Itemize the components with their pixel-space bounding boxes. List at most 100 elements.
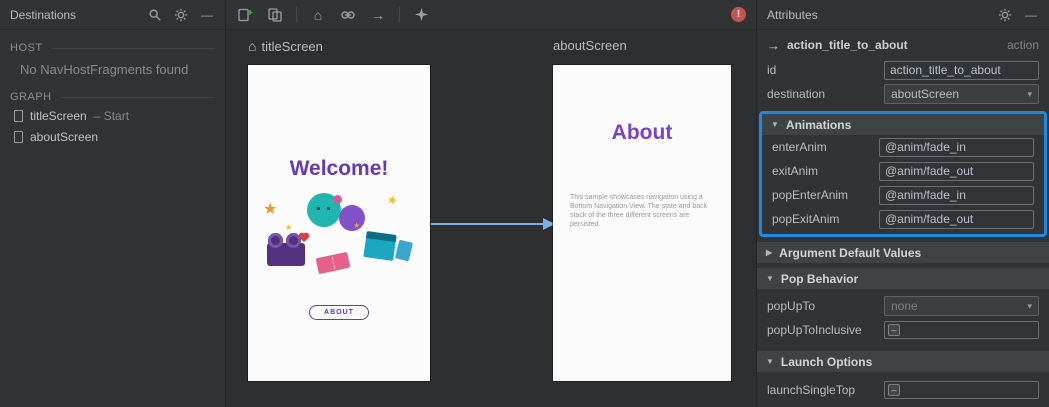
destination-value: aboutScreen [891,87,960,101]
host-label: HOST [10,42,43,54]
destinations-header: Destinations — [0,0,225,30]
collapse-triangle-icon: ▼ [766,274,774,283]
collapse-triangle-icon: ▼ [771,120,779,129]
canvas-area: ⌂ → ! ⌂ titleScreen Welcome! ★ ★ ★ ★ ABO… [226,0,756,407]
attributes-title: Attributes [767,7,818,22]
popuptoinclusive-field: – [884,321,1039,339]
graph-item-aboutscreen[interactable]: aboutScreen [0,126,225,147]
auto-arrange-icon[interactable] [412,6,430,24]
search-icon[interactable] [147,7,163,23]
exitanim-label: exitAnim [772,164,819,178]
popupto-row: popUpTo none ▾ [757,294,1049,318]
action-type: action [1006,38,1039,52]
popenteranim-label: popEnterAnim [772,188,849,202]
launchsingletop-label: launchSingleTop [767,383,856,397]
host-rule [50,47,215,49]
graph-item-label: titleScreen [30,108,87,123]
argument-defaults-section-header[interactable]: ▶ Argument Default Values [757,242,1049,263]
destinations-header-icons: — [147,7,215,23]
popexitanim-label: popExitAnim [772,212,840,226]
id-input[interactable] [884,60,1039,80]
home-icon: ⌂ [248,38,257,54]
navigation-editor: Destinations — HOST No NavHostFragments … [0,0,1049,407]
about-body-text: This sample showcases navigation using a… [570,194,708,228]
error-icon[interactable]: ! [731,7,746,22]
popenteranim-input[interactable] [879,185,1034,205]
destination-dropdown[interactable]: aboutScreen ▾ [884,84,1039,104]
collapse-triangle-icon: ▼ [766,357,774,366]
minimize-icon[interactable]: — [1023,7,1039,23]
gear-icon[interactable] [173,7,189,23]
gear-icon[interactable] [997,7,1013,23]
popexitanim-input[interactable] [879,209,1034,229]
exitanim-row: exitAnim [762,159,1044,183]
attributes-header: Attributes — [757,0,1049,30]
chevron-down-icon: ▾ [1027,88,1032,99]
argument-defaults-header-text: Argument Default Values [779,245,922,260]
screen-icon [14,130,23,143]
star-shape: ★ [353,221,361,230]
aboutscreen-label-text: aboutScreen [553,38,627,53]
toolbar-separator [399,6,400,23]
about-button-preview: ABOUT [309,305,369,320]
popupto-label: popUpTo [767,299,816,313]
animations-section-header[interactable]: ▼ Animations [762,114,1044,135]
titlescreen-label[interactable]: ⌂ titleScreen [248,38,323,54]
movie-camera-shape [267,233,305,266]
enteranim-label: enterAnim [772,140,827,154]
popexitanim-row: popExitAnim [762,207,1044,231]
star-shape: ★ [285,223,293,232]
titlescreen-preview[interactable]: Welcome! ★ ★ ★ ★ ABOUT [248,65,430,381]
expand-triangle-icon: ▶ [766,248,773,257]
action-name: action_title_to_about [787,38,908,52]
animations-selection-box: ▼ Animations enterAnim exitAnim popEnter… [759,111,1047,237]
launch-options-header-text: Launch Options [780,354,873,369]
enteranim-row: enterAnim [762,135,1044,159]
pop-behavior-header-text: Pop Behavior [780,271,859,286]
host-section-label: HOST [0,40,225,56]
graph-label: GRAPH [10,91,52,103]
action-arrow[interactable] [431,214,555,234]
destinations-title: Destinations [10,7,77,22]
star-shape: ★ [385,191,400,209]
screen-icon [14,109,23,122]
launch-options-section-header[interactable]: ▼ Launch Options [757,351,1049,372]
minimize-icon[interactable]: — [199,7,215,23]
clapperboard-shape [363,231,397,261]
set-start-home-icon[interactable]: ⌂ [309,6,327,24]
popuptoinclusive-checkbox[interactable]: – [888,324,900,336]
selected-action-row: → action_title_to_about action [757,32,1049,58]
popupto-dropdown[interactable]: none ▾ [884,296,1039,316]
titlescreen-label-text: titleScreen [261,38,323,54]
new-destination-icon[interactable] [236,6,254,24]
pop-behavior-section-header[interactable]: ▼ Pop Behavior [757,268,1049,289]
aboutscreen-preview[interactable]: About This sample showcases navigation u… [553,65,731,381]
graph-item-suffix: – Start [93,108,130,123]
popuptoinclusive-label: popUpToInclusive [767,323,862,337]
graph-item-titlescreen[interactable]: titleScreen – Start [0,105,225,126]
attributes-header-icons: — [997,7,1039,23]
popuptoinclusive-row: popUpToInclusive – [757,318,1049,342]
sun-star-shape: ★ [263,201,278,218]
launchsingletop-checkbox[interactable]: – [888,384,900,396]
toolbar-separator [296,6,297,23]
add-action-icon[interactable]: → [369,6,387,24]
welcome-heading: Welcome! [289,157,389,180]
id-label: id [767,63,777,77]
destination-row: destination aboutScreen ▾ [757,82,1049,106]
graph-rule [59,96,215,98]
graph-canvas[interactable]: ⌂ titleScreen Welcome! ★ ★ ★ ★ ABOUT abo… [226,30,756,407]
popupto-value: none [891,299,918,313]
destinations-panel: Destinations — HOST No NavHostFragments … [0,0,226,407]
enteranim-input[interactable] [879,137,1034,157]
destination-label: destination [767,87,826,101]
id-row: id [757,58,1049,82]
action-arrow-icon: → [767,37,780,53]
graph-item-label: aboutScreen [30,129,99,144]
attributes-panel: Attributes — → action_title_to_about act… [756,0,1049,407]
exitanim-input[interactable] [879,161,1034,181]
deep-link-icon[interactable] [339,6,357,24]
pink-dot-shape [333,195,342,204]
nested-graph-icon[interactable] [266,6,284,24]
aboutscreen-label[interactable]: aboutScreen [553,38,627,53]
